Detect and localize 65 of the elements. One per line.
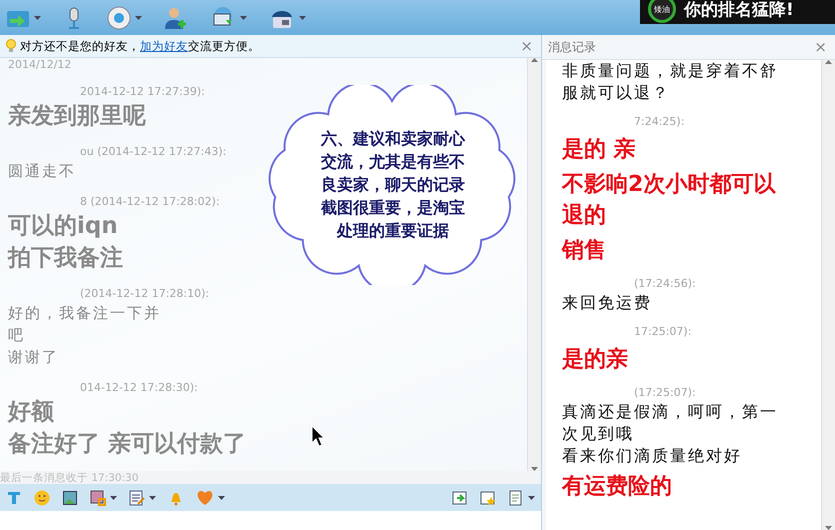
caret-icon <box>240 16 247 20</box>
notepad-icon <box>129 490 145 506</box>
message-timestamp: ou (2014-12-12 17:27:43): <box>80 144 226 158</box>
caret-icon <box>299 16 306 20</box>
scrollbar[interactable] <box>527 58 541 471</box>
caret-icon <box>149 496 156 500</box>
message-text: 吧 <box>8 325 25 346</box>
add-friend-link[interactable]: 加为好友 <box>140 38 188 52</box>
message-timestamp: (2014-12-12 17:28:10): <box>80 286 210 300</box>
message-text: 好额 <box>8 398 54 427</box>
caret-icon <box>110 496 117 500</box>
message-timestamp: 8 (2014-12-12 17:28:02): <box>80 194 220 208</box>
message-text: 圆通走不 <box>8 161 76 182</box>
caret-icon <box>135 16 142 20</box>
webcam-icon <box>107 6 131 30</box>
badge-logo: 矮油 <box>648 0 676 23</box>
lightbulb-icon <box>6 39 16 53</box>
message-text: 销售 <box>562 237 606 265</box>
notice-text: 对方还不是您的好友，加为好友交流更方便。 <box>20 38 261 54</box>
mouse-cursor-icon <box>311 425 325 447</box>
close-button[interactable]: × <box>518 37 535 55</box>
scroll-down-icon[interactable] <box>825 526 832 530</box>
callout-text: 六、建议和卖家耐心交流，尤其是有些不良卖家，聊天的记录截图很重要，是淘宝处理的重要证据 <box>320 128 466 242</box>
date-label: 2014/12/12 <box>8 58 72 72</box>
message-timestamp: (17:24:56): <box>634 276 696 290</box>
message-timestamp: (17:25:07): <box>634 386 696 398</box>
message-text: 真滴还是假滴，呵呵，第一次见到哦 <box>562 401 779 445</box>
message-timestamp: 2014-12-12 17:27:39): <box>80 84 205 98</box>
message-text: 是的 亲 <box>562 136 636 164</box>
caret-icon <box>34 16 41 20</box>
close-button[interactable]: × <box>812 38 829 56</box>
notes-button[interactable] <box>127 488 158 508</box>
message-text: 有运费险的 <box>562 473 672 501</box>
banner-text: 你的排名猛降! <box>684 0 794 20</box>
message-text: 备注好了 亲可以付款了 <box>8 430 246 459</box>
message-text: 是的亲 <box>562 346 628 374</box>
panel-title: 消息记录 <box>548 38 596 56</box>
heart-icon <box>196 490 214 506</box>
message-text: 亲发到那里呢 <box>8 102 146 131</box>
document-icon <box>508 490 524 506</box>
message-text: 非质量问题，就是穿着不舒服就可以退？ <box>562 60 779 104</box>
caret-icon <box>218 496 225 500</box>
status-text: 最后一条消息收于 17:30:30 <box>0 471 541 484</box>
font-icon <box>6 490 22 506</box>
message-timestamp: 17:25:07): <box>634 324 692 338</box>
message-text: 看来你们滴质量绝对好 <box>562 445 742 467</box>
caret-icon <box>528 496 535 500</box>
message-text: 好的，我备注一下并 <box>8 303 161 324</box>
picture-icon <box>62 490 78 506</box>
message-timestamp: 7:24:25): <box>634 114 684 128</box>
video-button[interactable] <box>105 4 144 32</box>
message-text: 不影响2次小时都可以退的 <box>562 171 777 230</box>
scrollbar[interactable] <box>821 60 835 530</box>
emoji-button[interactable] <box>32 488 52 508</box>
message-text: 拍下我备注 <box>8 244 123 273</box>
smiley-icon <box>34 490 50 506</box>
screenshot-button[interactable] <box>88 488 119 508</box>
star-card-icon <box>480 490 496 506</box>
message-text: 谢谢了 <box>8 347 59 368</box>
message-text: 可以的iqn <box>8 212 118 241</box>
message-text: 来回免运费 <box>562 292 652 314</box>
message-timestamp: 014-12-12 17:28:30): <box>80 380 198 394</box>
screenshot-icon <box>90 490 106 506</box>
scroll-up-icon[interactable] <box>825 60 832 64</box>
add-person-icon <box>164 6 188 30</box>
